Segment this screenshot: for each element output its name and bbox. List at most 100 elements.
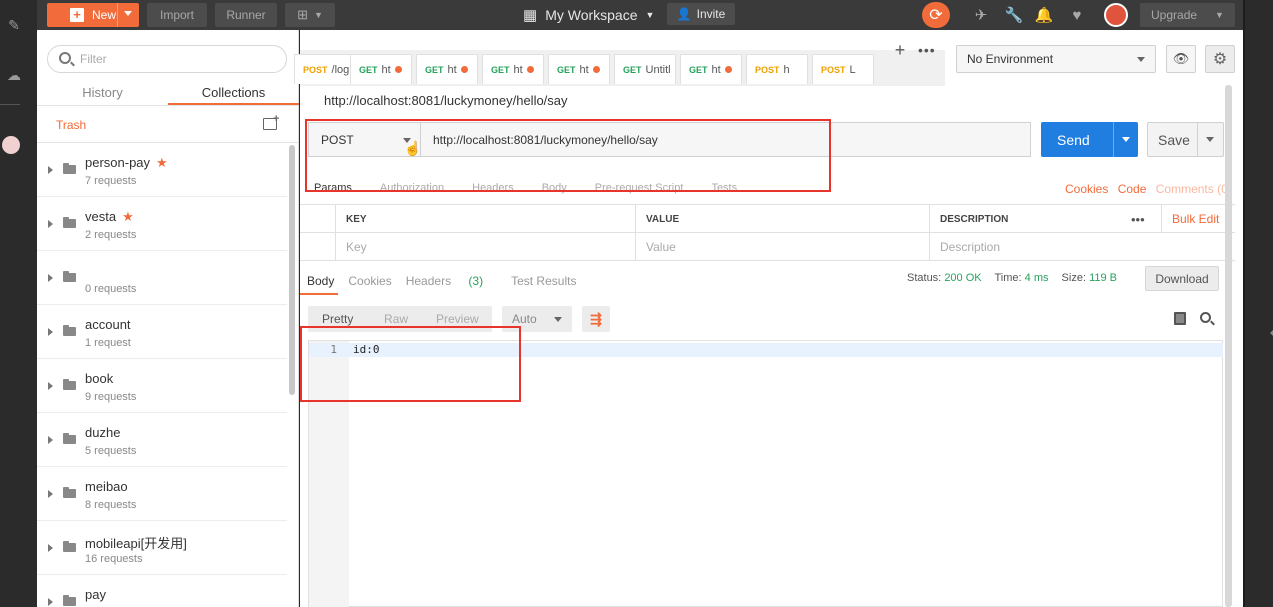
- send-button[interactable]: Send: [1041, 122, 1138, 157]
- add-tab-icon[interactable]: +: [890, 40, 910, 61]
- chevron-right-icon[interactable]: [48, 436, 53, 444]
- annotation-box-url: [305, 119, 831, 192]
- tab-response-headers[interactable]: Headers (3): [406, 274, 497, 288]
- eye-icon[interactable]: 👁: [1166, 45, 1196, 73]
- chevron-right-icon[interactable]: [48, 328, 53, 336]
- trash-link[interactable]: Trash: [56, 118, 86, 132]
- chevron-right-icon[interactable]: [48, 598, 53, 606]
- pencil-icon[interactable]: ✎: [4, 15, 24, 35]
- tab-response-body[interactable]: Body: [307, 274, 334, 288]
- workspace-switcher[interactable]: ▦ My Workspace ▼: [523, 3, 654, 27]
- unsaved-dot-icon: [592, 66, 600, 73]
- chevron-right-icon[interactable]: [48, 220, 53, 228]
- chevron-down-icon[interactable]: [1122, 137, 1130, 142]
- chevron-down-icon[interactable]: [124, 11, 132, 16]
- cookies-link[interactable]: Cookies: [1065, 182, 1108, 196]
- response-tabs: Body Cookies Headers (3) Test Results: [307, 274, 590, 288]
- chevron-down-icon[interactable]: [1206, 137, 1214, 142]
- code-link[interactable]: Code: [1118, 182, 1147, 196]
- request-tab[interactable]: POST/logi: [294, 54, 356, 84]
- collection-item[interactable]: meibao 8 requests: [37, 467, 287, 521]
- import-button[interactable]: Import: [147, 3, 207, 27]
- tab-preview[interactable]: Preview: [436, 312, 479, 326]
- request-tab[interactable]: POST L: [812, 54, 874, 84]
- collection-count: 8 requests: [85, 499, 137, 511]
- tab-response-cookies[interactable]: Cookies: [348, 274, 391, 288]
- copy-icon[interactable]: [1174, 312, 1186, 325]
- chevron-right-icon[interactable]: [48, 490, 53, 498]
- request-tab[interactable]: GET Untitl: [614, 54, 676, 84]
- tab-collections[interactable]: Collections: [168, 80, 299, 104]
- collection-item[interactable]: vesta ★ 2 requests: [37, 197, 287, 251]
- runner-button[interactable]: Runner: [215, 3, 277, 27]
- request-links: Cookies Code Comments (0): [1059, 182, 1232, 196]
- chevron-right-icon[interactable]: [48, 166, 53, 174]
- tab-name: ht: [579, 63, 589, 76]
- new-button[interactable]: + New: [47, 3, 139, 27]
- wrench-icon[interactable]: 🔧: [1004, 5, 1024, 25]
- tab-test-results[interactable]: Test Results: [511, 274, 576, 288]
- more-icon[interactable]: •••: [1121, 205, 1161, 233]
- new-collection-icon[interactable]: [263, 113, 279, 130]
- folder-icon: [63, 487, 76, 498]
- comments-link[interactable]: Comments (0): [1156, 182, 1232, 196]
- chevron-down-icon: [1137, 57, 1145, 62]
- new-label: New: [91, 8, 116, 22]
- star-icon[interactable]: ★: [156, 155, 168, 170]
- app-avatar-icon[interactable]: [2, 136, 20, 154]
- wrap-lines-icon[interactable]: ⇶: [582, 306, 610, 332]
- main-scrollbar[interactable]: [1225, 85, 1232, 607]
- collection-name-text: account: [85, 317, 131, 332]
- collection-item[interactable]: book 9 requests: [37, 359, 287, 413]
- upgrade-button[interactable]: Upgrade ▼: [1140, 3, 1235, 27]
- collection-item[interactable]: 0 requests: [37, 251, 287, 305]
- collection-item[interactable]: person-pay ★ 7 requests: [37, 143, 287, 197]
- tab-pretty[interactable]: Pretty: [322, 312, 353, 326]
- gear-icon[interactable]: ⚙: [1205, 45, 1235, 73]
- heart-icon[interactable]: ♥: [1067, 5, 1087, 25]
- unsaved-dot-icon: [460, 66, 468, 73]
- filter-input[interactable]: Filter: [47, 45, 287, 73]
- value-input[interactable]: Value: [635, 233, 929, 261]
- bell-icon[interactable]: 🔔: [1034, 5, 1054, 25]
- satellite-icon[interactable]: ✈: [971, 5, 991, 25]
- collection-name: pay: [85, 587, 106, 602]
- tab-name: Untitl: [645, 63, 671, 76]
- chevron-right-icon[interactable]: [48, 274, 53, 282]
- chevron-right-icon[interactable]: [48, 382, 53, 390]
- tab-history[interactable]: History: [37, 80, 168, 104]
- chevron-right-icon[interactable]: [48, 544, 53, 552]
- invite-button[interactable]: 👤 Invite: [667, 3, 735, 25]
- folder-icon: [63, 541, 76, 552]
- collection-item[interactable]: pay: [37, 575, 287, 607]
- sync-icon[interactable]: ⟳: [922, 2, 950, 28]
- tab-raw[interactable]: Raw: [384, 312, 408, 326]
- key-input[interactable]: Key: [335, 233, 635, 261]
- collection-item[interactable]: account 1 request: [37, 305, 287, 359]
- collection-item[interactable]: duzhe 5 requests: [37, 413, 287, 467]
- environment-select[interactable]: No Environment: [956, 45, 1156, 73]
- size-value: 119 B: [1089, 272, 1118, 284]
- request-tab[interactable]: GET ht: [680, 54, 742, 84]
- star-icon[interactable]: ★: [122, 209, 134, 224]
- save-button[interactable]: Save: [1147, 122, 1224, 157]
- right-dock: [1243, 0, 1273, 607]
- collection-item[interactable]: mobileapi[开发用] 16 requests: [37, 521, 287, 575]
- download-button[interactable]: Download: [1145, 266, 1219, 291]
- collection-name: meibao: [85, 479, 128, 494]
- bulk-edit-link[interactable]: Bulk Edit: [1172, 212, 1219, 226]
- request-tab[interactable]: GET ht: [548, 54, 610, 84]
- cloud-icon[interactable]: ☁: [4, 65, 24, 85]
- time-value: 4 ms: [1024, 272, 1049, 284]
- new-window-button[interactable]: ⊞ ▼: [285, 3, 335, 27]
- more-tabs-icon[interactable]: •••: [918, 42, 936, 58]
- request-tab[interactable]: GET ht: [350, 54, 412, 84]
- search-icon[interactable]: [1200, 312, 1211, 323]
- request-tab[interactable]: GET ht: [416, 54, 478, 84]
- collection-name: book: [85, 371, 113, 386]
- user-avatar[interactable]: [1104, 3, 1128, 27]
- sidebar-scrollbar[interactable]: [289, 145, 295, 395]
- request-tab[interactable]: POST h: [746, 54, 808, 84]
- description-input[interactable]: Description: [929, 233, 1235, 261]
- request-tab[interactable]: GET ht: [482, 54, 544, 84]
